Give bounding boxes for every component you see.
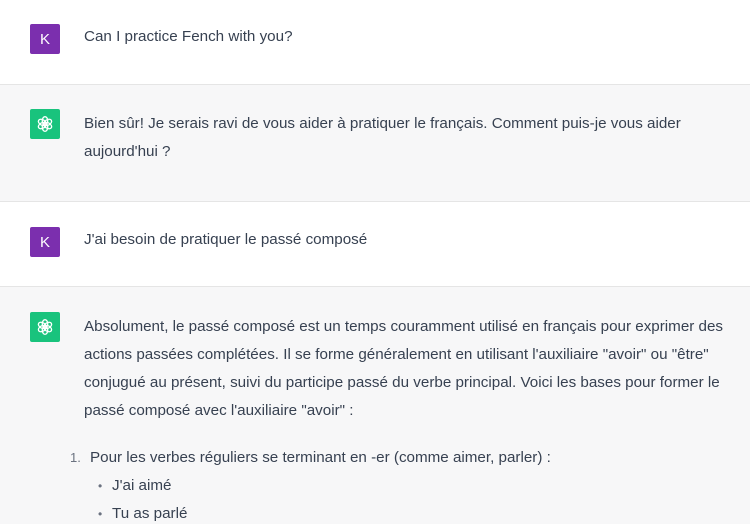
message-text: J'ai besoin de pratiquer le passé compos… (84, 231, 368, 248)
conversation-thread: K Can I practice Fench with you? Bien sû… (0, 0, 750, 524)
sub-list-item-text: Tu as parlé (112, 505, 188, 522)
user-message: K Can I practice Fench with you? (0, 0, 750, 85)
assistant-message: Bien sûr! Je serais ravi de vous aider à… (0, 85, 750, 202)
list-number: 1. (70, 450, 81, 465)
user-avatar: K (30, 24, 60, 54)
message-text: Bien sûr! Je serais ravi de vous aider à… (84, 115, 681, 160)
user-message: K J'ai besoin de pratiquer le passé comp… (0, 202, 750, 287)
openai-logo-icon (30, 312, 60, 342)
bullet-icon: • (98, 479, 103, 493)
sub-list-item-text: J'ai aimé (112, 477, 172, 494)
openai-logo-icon (30, 109, 60, 139)
sub-list-item: • J'ai aimé (70, 472, 551, 500)
list-item-text: Pour les verbes réguliers se terminant e… (90, 449, 551, 466)
assistant-message: Absolument, le passé composé est un temp… (0, 287, 750, 524)
bullet-icon: • (98, 507, 103, 521)
message-text: Absolument, le passé composé est un temp… (84, 318, 724, 419)
avatar-letter: K (39, 233, 50, 251)
sub-list-item: • Tu as parlé (70, 500, 551, 524)
list-item: 1. Pour les verbes réguliers se terminant… (70, 444, 551, 472)
user-avatar: K (30, 227, 60, 257)
message-text: Can I practice Fench with you? (84, 28, 293, 45)
ordered-list: 1. Pour les verbes réguliers se terminant… (70, 444, 551, 524)
avatar-letter: K (39, 30, 50, 48)
